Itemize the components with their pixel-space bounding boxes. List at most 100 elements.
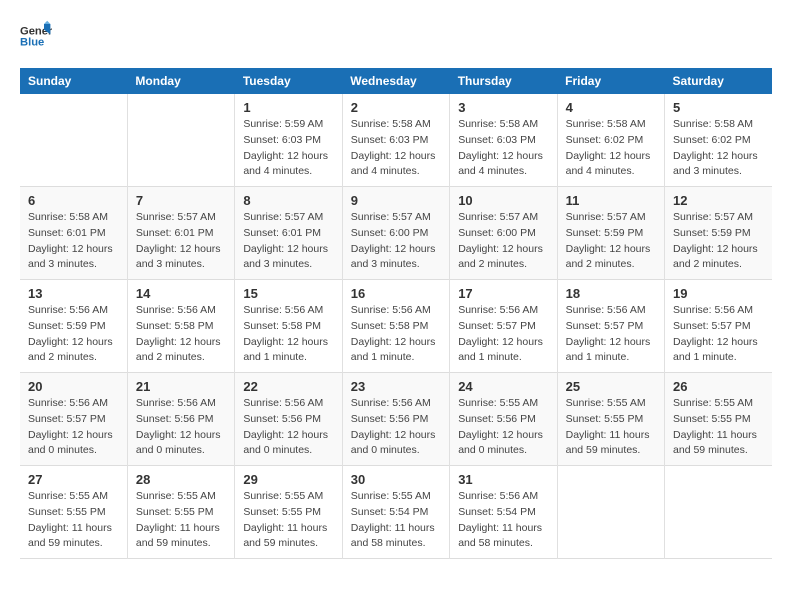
calendar-cell: 1Sunrise: 5:59 AM Sunset: 6:03 PM Daylig…: [235, 94, 342, 187]
day-info: Sunrise: 5:56 AM Sunset: 5:54 PM Dayligh…: [458, 489, 548, 552]
day-number: 26: [673, 379, 764, 394]
day-info: Sunrise: 5:58 AM Sunset: 6:03 PM Dayligh…: [458, 117, 548, 180]
day-number: 31: [458, 472, 548, 487]
day-info: Sunrise: 5:56 AM Sunset: 5:58 PM Dayligh…: [136, 303, 226, 366]
calendar-cell: 22 Sunrise: 5:56 AM Sunset: 5:56 PM Dayli…: [235, 373, 342, 466]
day-info: Sunrise: 5:57 AM Sunset: 6:00 PM Dayligh…: [458, 210, 548, 273]
day-info: Sunrise: 5:57 AM Sunset: 6:01 PM Dayligh…: [243, 210, 333, 273]
day-info: Sunrise: 5:56 AM Sunset: 5:58 PM Dayligh…: [351, 303, 441, 366]
calendar-cell: 5 Sunrise: 5:58 AM Sunset: 6:02 PM Daylig…: [665, 94, 772, 187]
day-number: 2: [351, 100, 441, 115]
day-info: Sunrise: 5:56 AM Sunset: 5:56 PM Dayligh…: [136, 396, 226, 459]
day-info: Sunrise: 5:56 AM Sunset: 5:57 PM Dayligh…: [28, 396, 119, 459]
day-info: Sunrise: 5:55 AM Sunset: 5:56 PM Dayligh…: [458, 396, 548, 459]
day-info: Sunrise: 5:57 AM Sunset: 5:59 PM Dayligh…: [566, 210, 656, 273]
calendar-cell: 16 Sunrise: 5:56 AM Sunset: 5:58 PM Dayli…: [342, 280, 449, 373]
calendar-cell: [557, 466, 664, 559]
calendar-cell: [20, 94, 127, 187]
calendar-cell: 24Sunrise: 5:55 AM Sunset: 5:56 PM Dayli…: [450, 373, 557, 466]
calendar-cell: 29Sunrise: 5:55 AM Sunset: 5:55 PM Dayli…: [235, 466, 342, 559]
day-number: 28: [136, 472, 226, 487]
page-header: General Blue: [20, 20, 772, 52]
day-number: 13: [28, 286, 119, 301]
calendar-cell: 6 Sunrise: 5:58 AM Sunset: 6:01 PM Daylig…: [20, 187, 127, 280]
calendar-cell: 14 Sunrise: 5:56 AM Sunset: 5:58 PM Dayli…: [127, 280, 234, 373]
calendar-cell: 3 Sunrise: 5:58 AM Sunset: 6:03 PM Daylig…: [450, 94, 557, 187]
day-info: Sunrise: 5:56 AM Sunset: 5:57 PM Dayligh…: [673, 303, 764, 366]
weekday-header: Tuesday: [235, 68, 342, 94]
logo: General Blue: [20, 20, 60, 52]
calendar-cell: 31 Sunrise: 5:56 AM Sunset: 5:54 PM Dayli…: [450, 466, 557, 559]
weekday-header: Thursday: [450, 68, 557, 94]
day-info: Sunrise: 5:58 AM Sunset: 6:01 PM Dayligh…: [28, 210, 119, 273]
day-info: Sunrise: 5:58 AM Sunset: 6:02 PM Dayligh…: [566, 117, 656, 180]
day-number: 18: [566, 286, 656, 301]
calendar-cell: 25Sunrise: 5:55 AM Sunset: 5:55 PM Dayli…: [557, 373, 664, 466]
calendar-cell: 9 Sunrise: 5:57 AM Sunset: 6:00 PM Daylig…: [342, 187, 449, 280]
calendar-cell: 8Sunrise: 5:57 AM Sunset: 6:01 PM Daylig…: [235, 187, 342, 280]
calendar-cell: 4 Sunrise: 5:58 AM Sunset: 6:02 PM Daylig…: [557, 94, 664, 187]
day-info: Sunrise: 5:56 AM Sunset: 5:58 PM Dayligh…: [243, 303, 333, 366]
calendar-body: 1Sunrise: 5:59 AM Sunset: 6:03 PM Daylig…: [20, 94, 772, 559]
calendar-cell: 28 Sunrise: 5:55 AM Sunset: 5:55 PM Dayli…: [127, 466, 234, 559]
day-number: 17: [458, 286, 548, 301]
day-number: 27: [28, 472, 119, 487]
calendar-cell: 2 Sunrise: 5:58 AM Sunset: 6:03 PM Daylig…: [342, 94, 449, 187]
weekday-header: Saturday: [665, 68, 772, 94]
calendar-cell: 11 Sunrise: 5:57 AM Sunset: 5:59 PM Dayli…: [557, 187, 664, 280]
day-number: 7: [136, 193, 226, 208]
day-number: 4: [566, 100, 656, 115]
day-info: Sunrise: 5:56 AM Sunset: 5:57 PM Dayligh…: [566, 303, 656, 366]
week-row: 1Sunrise: 5:59 AM Sunset: 6:03 PM Daylig…: [20, 94, 772, 187]
day-info: Sunrise: 5:55 AM Sunset: 5:55 PM Dayligh…: [673, 396, 764, 459]
header-row: SundayMondayTuesdayWednesdayThursdayFrid…: [20, 68, 772, 94]
day-info: Sunrise: 5:57 AM Sunset: 5:59 PM Dayligh…: [673, 210, 764, 273]
calendar-cell: 17Sunrise: 5:56 AM Sunset: 5:57 PM Dayli…: [450, 280, 557, 373]
day-info: Sunrise: 5:58 AM Sunset: 6:03 PM Dayligh…: [351, 117, 441, 180]
day-info: Sunrise: 5:56 AM Sunset: 5:59 PM Dayligh…: [28, 303, 119, 366]
day-number: 10: [458, 193, 548, 208]
day-info: Sunrise: 5:56 AM Sunset: 5:56 PM Dayligh…: [243, 396, 333, 459]
day-number: 9: [351, 193, 441, 208]
weekday-header: Monday: [127, 68, 234, 94]
calendar-table: SundayMondayTuesdayWednesdayThursdayFrid…: [20, 68, 772, 559]
week-row: 27 Sunrise: 5:55 AM Sunset: 5:55 PM Dayli…: [20, 466, 772, 559]
calendar-cell: 10 Sunrise: 5:57 AM Sunset: 6:00 PM Dayli…: [450, 187, 557, 280]
day-info: Sunrise: 5:58 AM Sunset: 6:02 PM Dayligh…: [673, 117, 764, 180]
day-info: Sunrise: 5:55 AM Sunset: 5:55 PM Dayligh…: [243, 489, 333, 552]
day-number: 19: [673, 286, 764, 301]
week-row: 13 Sunrise: 5:56 AM Sunset: 5:59 PM Dayli…: [20, 280, 772, 373]
calendar-cell: 27 Sunrise: 5:55 AM Sunset: 5:55 PM Dayli…: [20, 466, 127, 559]
week-row: 6 Sunrise: 5:58 AM Sunset: 6:01 PM Daylig…: [20, 187, 772, 280]
calendar-cell: [665, 466, 772, 559]
day-info: Sunrise: 5:57 AM Sunset: 6:00 PM Dayligh…: [351, 210, 441, 273]
weekday-header: Friday: [557, 68, 664, 94]
calendar-cell: 15 Sunrise: 5:56 AM Sunset: 5:58 PM Dayli…: [235, 280, 342, 373]
day-number: 3: [458, 100, 548, 115]
calendar-cell: 26 Sunrise: 5:55 AM Sunset: 5:55 PM Dayli…: [665, 373, 772, 466]
day-number: 16: [351, 286, 441, 301]
day-info: Sunrise: 5:55 AM Sunset: 5:55 PM Dayligh…: [28, 489, 119, 552]
calendar-cell: 23Sunrise: 5:56 AM Sunset: 5:56 PM Dayli…: [342, 373, 449, 466]
day-number: 11: [566, 193, 656, 208]
calendar-cell: [127, 94, 234, 187]
day-number: 6: [28, 193, 119, 208]
day-info: Sunrise: 5:55 AM Sunset: 5:54 PM Dayligh…: [351, 489, 441, 552]
day-number: 23: [351, 379, 441, 394]
calendar-header: SundayMondayTuesdayWednesdayThursdayFrid…: [20, 68, 772, 94]
day-number: 14: [136, 286, 226, 301]
day-info: Sunrise: 5:55 AM Sunset: 5:55 PM Dayligh…: [136, 489, 226, 552]
calendar-cell: 7Sunrise: 5:57 AM Sunset: 6:01 PM Daylig…: [127, 187, 234, 280]
week-row: 20 Sunrise: 5:56 AM Sunset: 5:57 PM Dayli…: [20, 373, 772, 466]
day-number: 22: [243, 379, 333, 394]
day-number: 1: [243, 100, 333, 115]
day-number: 15: [243, 286, 333, 301]
weekday-header: Wednesday: [342, 68, 449, 94]
day-number: 20: [28, 379, 119, 394]
calendar-cell: 19 Sunrise: 5:56 AM Sunset: 5:57 PM Dayli…: [665, 280, 772, 373]
weekday-header: Sunday: [20, 68, 127, 94]
svg-text:Blue: Blue: [20, 37, 44, 49]
calendar-cell: 13 Sunrise: 5:56 AM Sunset: 5:59 PM Dayli…: [20, 280, 127, 373]
day-number: 5: [673, 100, 764, 115]
calendar-cell: 20 Sunrise: 5:56 AM Sunset: 5:57 PM Dayli…: [20, 373, 127, 466]
